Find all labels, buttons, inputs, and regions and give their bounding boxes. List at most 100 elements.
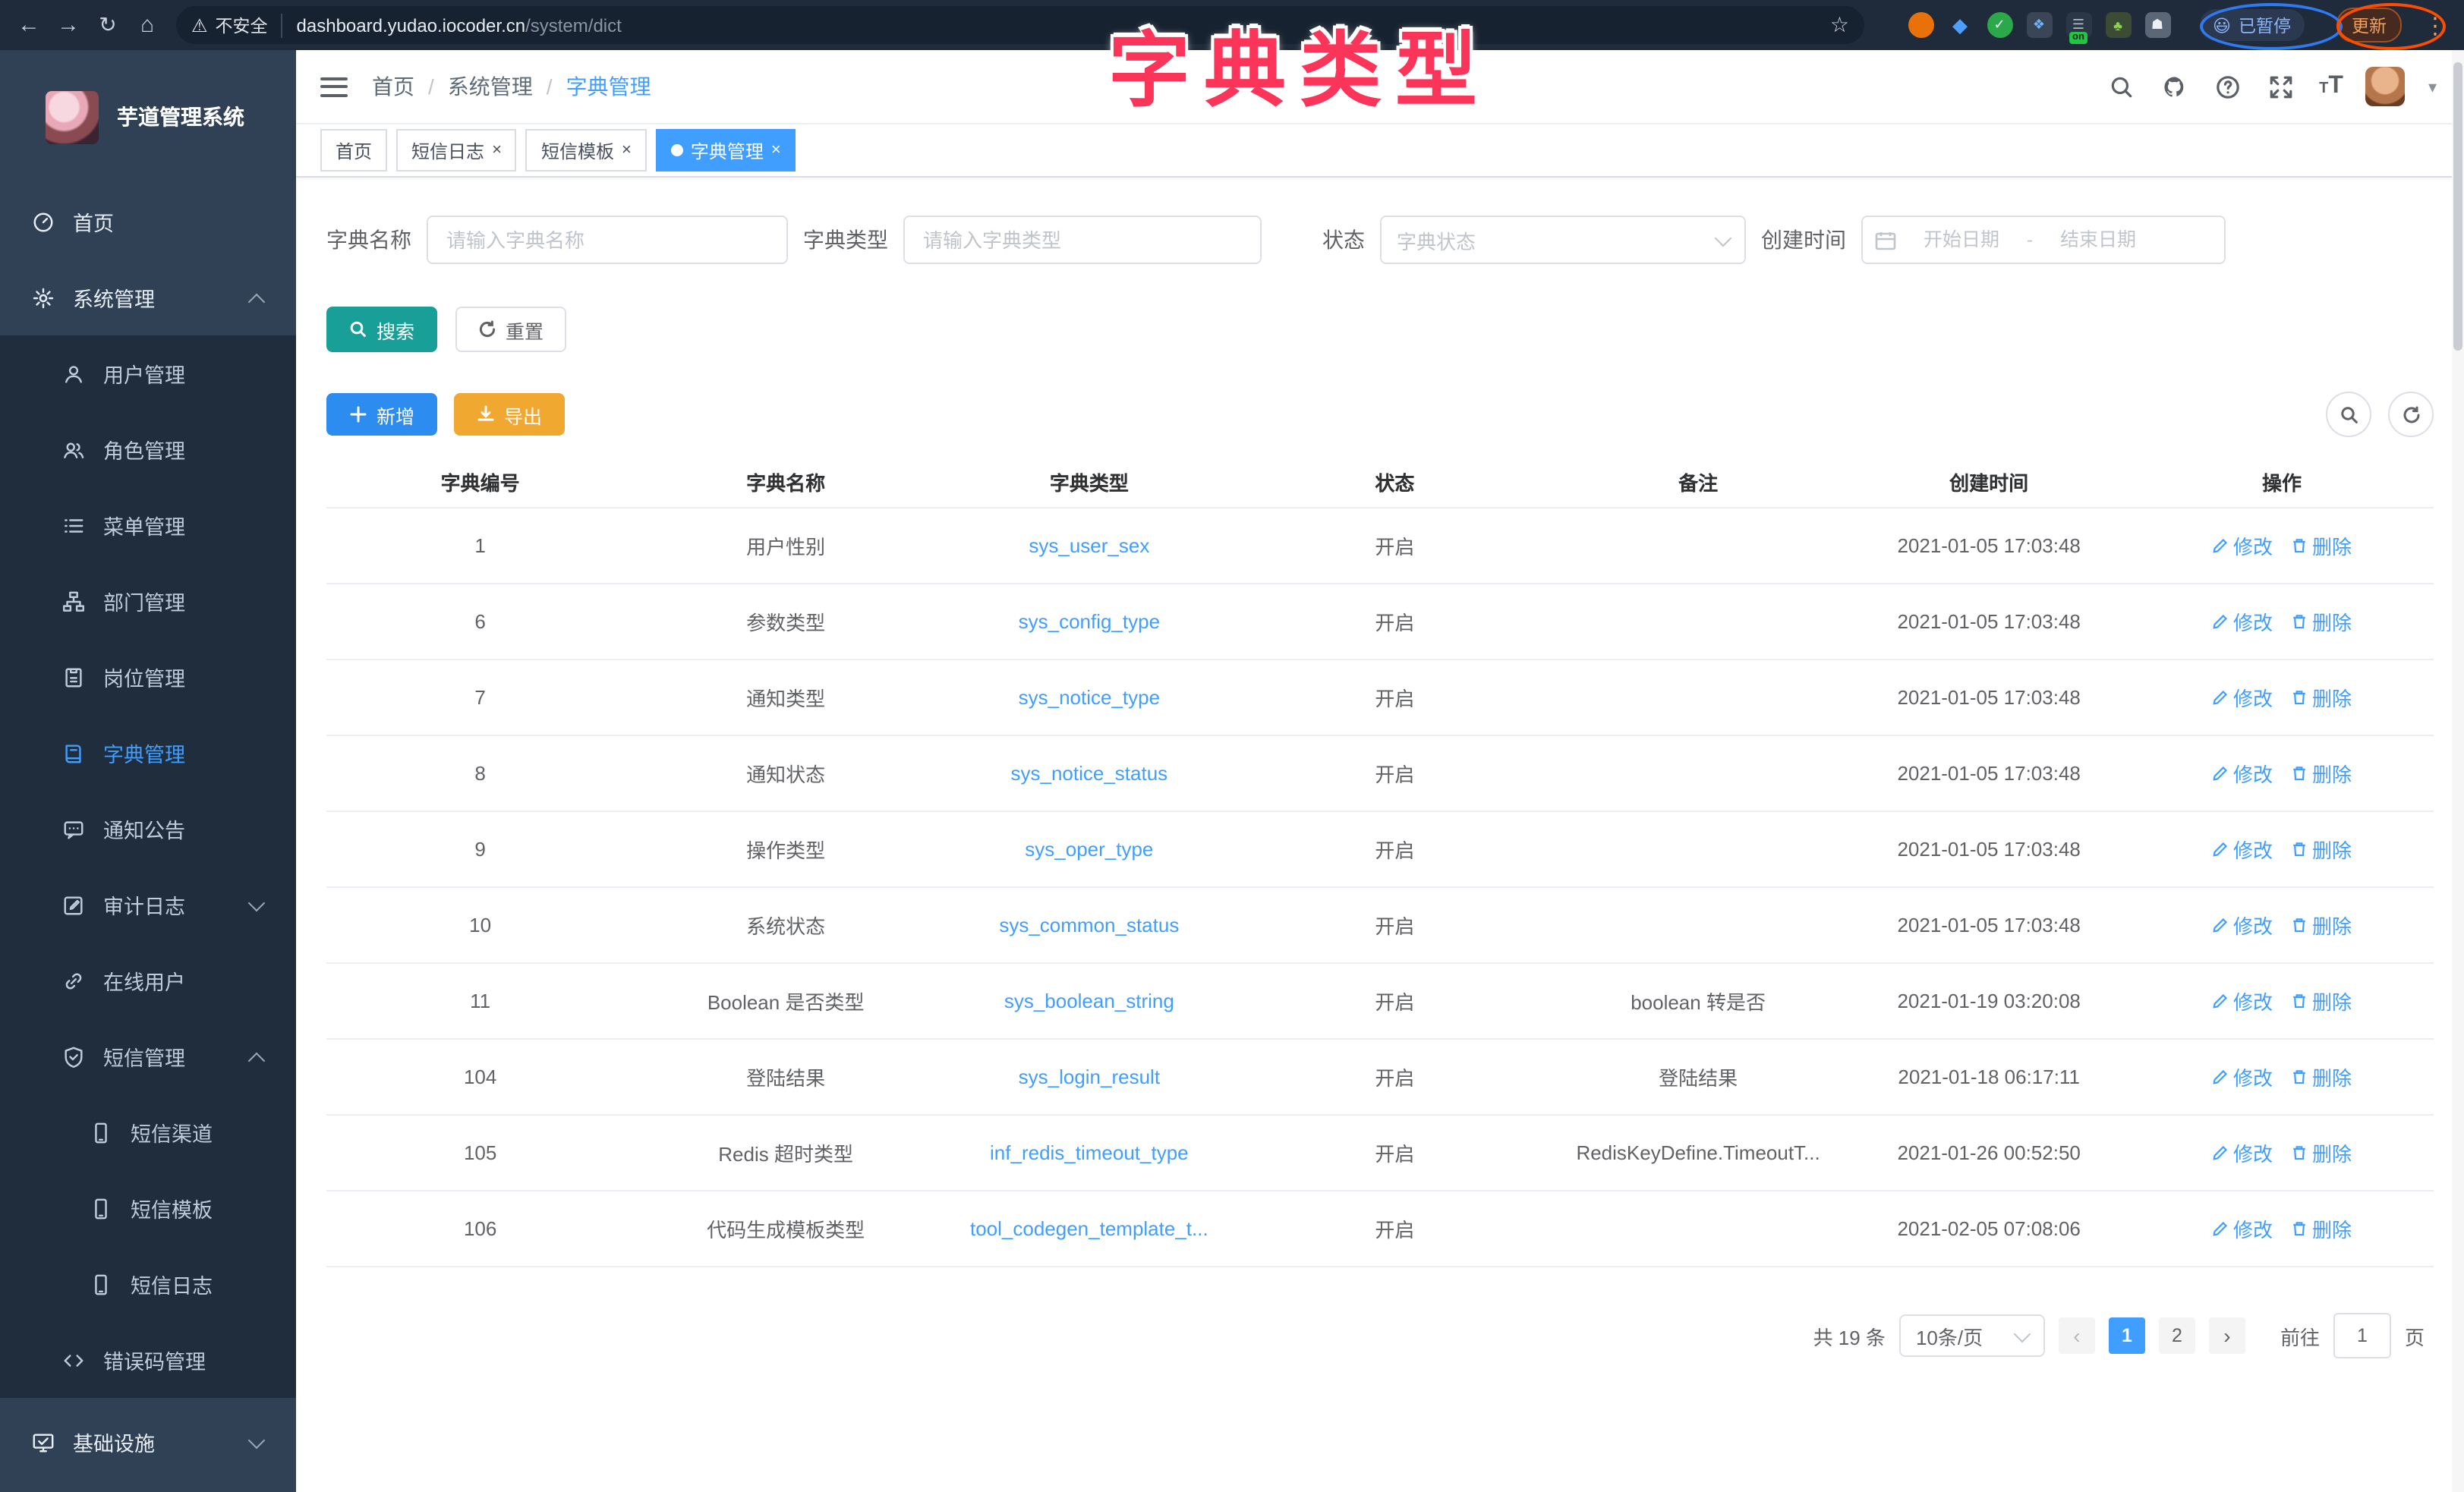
date-range-picker[interactable]: - <box>1861 216 2226 264</box>
dict-type-link[interactable]: sys_boolean_string <box>937 990 1241 1012</box>
sidebar-item-roles[interactable]: 角色管理 <box>0 411 296 487</box>
sidebar-item-error-code[interactable]: 错误码管理 <box>0 1322 296 1398</box>
tab-sms-template[interactable]: 短信模板 <box>526 129 647 172</box>
site-security-chip[interactable]: 不安全 <box>191 13 283 37</box>
extension-icon-list[interactable]: ☰on <box>2065 12 2091 38</box>
export-button[interactable]: 导出 <box>454 393 565 436</box>
delete-link[interactable]: 删除 <box>2291 759 2352 788</box>
edit-link[interactable]: 修改 <box>2212 1062 2273 1091</box>
edit-link[interactable]: 修改 <box>2212 835 2273 864</box>
delete-link[interactable]: 删除 <box>2291 607 2352 636</box>
tab-close-icon[interactable] <box>492 142 502 159</box>
sidebar-item-sms-template[interactable]: 短信模板 <box>0 1170 296 1246</box>
avatar-caret-icon[interactable] <box>2428 73 2437 100</box>
sidebar-item-home[interactable]: 首页 <box>0 184 296 260</box>
help-icon[interactable] <box>2213 71 2243 102</box>
sidebar-item-dict[interactable]: 字典管理 <box>0 715 296 791</box>
sidebar-item-sms[interactable]: 短信管理 <box>0 1018 296 1094</box>
delete-link[interactable]: 删除 <box>2291 1138 2352 1167</box>
tab-home[interactable]: 首页 <box>320 129 387 172</box>
next-page-button[interactable]: › <box>2209 1317 2245 1354</box>
dict-name-input[interactable] <box>427 216 788 264</box>
address-bar[interactable]: 不安全 dashboard.yudao.iocoder.cn/system/di… <box>176 6 1864 44</box>
page-button-2[interactable]: 2 <box>2159 1317 2195 1354</box>
tab-sms-log[interactable]: 短信日志 <box>396 129 517 172</box>
edit-link[interactable]: 修改 <box>2212 1214 2273 1243</box>
add-button[interactable]: 新增 <box>326 393 437 436</box>
sidebar-item-menus[interactable]: 菜单管理 <box>0 487 296 563</box>
tab-dict[interactable]: 字典管理 <box>656 129 796 172</box>
prev-page-button[interactable]: ‹ <box>2059 1317 2095 1354</box>
dict-type-link[interactable]: sys_config_type <box>937 610 1241 633</box>
sidebar-item-audit-log[interactable]: 审计日志 <box>0 867 296 943</box>
edit-link[interactable]: 修改 <box>2212 1138 2273 1167</box>
toggle-search-button[interactable] <box>2326 392 2371 437</box>
extension-icon-gem[interactable]: ◆ <box>1947 12 1973 38</box>
hamburger-icon[interactable] <box>320 77 348 96</box>
forward-icon[interactable] <box>49 5 88 45</box>
delete-link[interactable]: 删除 <box>2291 911 2352 940</box>
delete-link[interactable]: 删除 <box>2291 987 2352 1015</box>
sidebar-item-sms-log[interactable]: 短信日志 <box>0 1246 296 1322</box>
dict-type-link[interactable]: inf_redis_timeout_type <box>937 1141 1241 1164</box>
browser-update-button[interactable]: 更新 <box>2336 8 2402 42</box>
dict-type-link[interactable]: tool_codegen_template_t... <box>937 1217 1241 1240</box>
back-icon[interactable] <box>9 5 49 45</box>
edit-link[interactable]: 修改 <box>2212 683 2273 712</box>
breadcrumb-home[interactable]: 首页 <box>372 71 414 102</box>
user-avatar[interactable] <box>2366 67 2406 106</box>
dict-type-input[interactable] <box>903 216 1262 264</box>
tab-close-icon[interactable] <box>622 142 632 159</box>
browser-menu-icon[interactable] <box>2415 5 2455 45</box>
edit-link[interactable]: 修改 <box>2212 911 2273 940</box>
scrollbar-thumb[interactable] <box>2453 62 2462 351</box>
page-button-1[interactable]: 1 <box>2109 1317 2145 1354</box>
home-icon[interactable] <box>128 5 167 45</box>
edit-link[interactable]: 修改 <box>2212 759 2273 788</box>
sidebar-item-notice[interactable]: 通知公告 <box>0 791 296 867</box>
github-icon[interactable] <box>2160 71 2190 102</box>
delete-link[interactable]: 删除 <box>2291 683 2352 712</box>
refresh-table-button[interactable] <box>2388 392 2434 437</box>
edit-link[interactable]: 修改 <box>2212 987 2273 1015</box>
extension-icon-green-circle[interactable]: ✓ <box>1987 12 2012 38</box>
dict-type-link[interactable]: sys_user_sex <box>937 534 1241 557</box>
page-size-select[interactable]: 10条/页 <box>1899 1314 2045 1357</box>
reset-button[interactable]: 重置 <box>455 307 566 352</box>
extension-icon-orange[interactable] <box>1908 12 1933 38</box>
edit-link[interactable]: 修改 <box>2212 607 2273 636</box>
tab-close-icon[interactable] <box>771 142 781 159</box>
delete-link[interactable]: 删除 <box>2291 531 2352 560</box>
extension-icon-diamond[interactable]: ❖ <box>2026 12 2052 38</box>
dict-type-link[interactable]: sys_login_result <box>937 1065 1241 1088</box>
status-select[interactable]: 字典状态 <box>1380 216 1746 264</box>
reload-icon[interactable] <box>88 5 128 45</box>
delete-link[interactable]: 删除 <box>2291 835 2352 864</box>
bookmark-star-icon[interactable] <box>1830 11 1849 39</box>
dict-type-link[interactable]: sys_common_status <box>937 914 1241 936</box>
delete-link[interactable]: 删除 <box>2291 1214 2352 1243</box>
sidebar-item-posts[interactable]: 岗位管理 <box>0 639 296 715</box>
sidebar-item-sms-channel[interactable]: 短信渠道 <box>0 1094 296 1170</box>
edit-link[interactable]: 修改 <box>2212 531 2273 560</box>
dict-type-link[interactable]: sys_notice_status <box>937 762 1241 785</box>
start-date-input[interactable] <box>1902 228 2021 252</box>
goto-page-input[interactable] <box>2333 1313 2391 1358</box>
fullscreen-icon[interactable] <box>2266 71 2296 102</box>
page-scrollbar[interactable] <box>2452 50 2464 1492</box>
sidebar-item-infra[interactable]: 基础设施 <box>0 1404 296 1480</box>
font-size-icon[interactable]: TT <box>2319 76 2343 97</box>
sidebar-item-online-users[interactable]: 在线用户 <box>0 943 296 1018</box>
extension-icon-leaf[interactable]: ♣ <box>2105 12 2131 38</box>
sidebar-item-users[interactable]: 用户管理 <box>0 335 296 411</box>
dict-type-link[interactable]: sys_notice_type <box>937 686 1241 709</box>
search-icon[interactable] <box>2106 71 2137 102</box>
app-logo-row[interactable]: 芋道管理系统 <box>0 50 296 184</box>
delete-link[interactable]: 删除 <box>2291 1062 2352 1091</box>
profile-paused-chip[interactable]: 😃 已暂停 <box>2199 9 2305 41</box>
sidebar-item-depts[interactable]: 部门管理 <box>0 563 296 639</box>
extension-icon-puzzle[interactable]: ☗ <box>2144 12 2170 38</box>
search-button[interactable]: 搜索 <box>326 307 437 352</box>
end-date-input[interactable] <box>2039 228 2157 252</box>
dict-type-link[interactable]: sys_oper_type <box>937 838 1241 861</box>
